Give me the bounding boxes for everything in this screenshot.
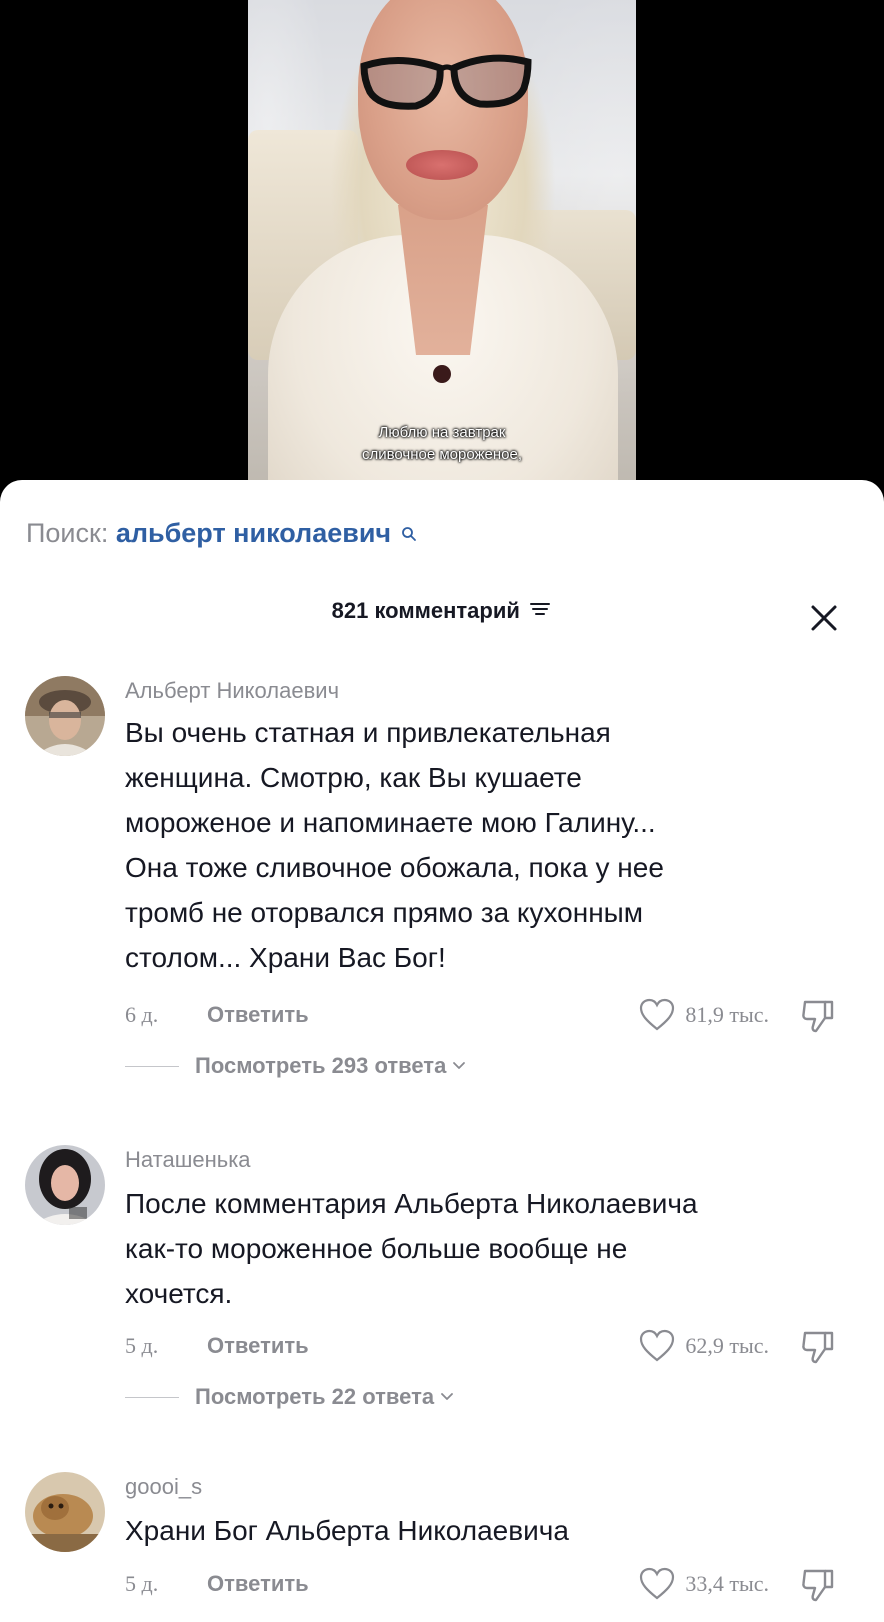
avatar[interactable] [25,676,105,756]
comment-username[interactable]: goooi_s [125,1474,202,1500]
replies-divider [125,1065,179,1067]
video-frame[interactable]: Люблю на завтрак сливочное мороженое, [248,0,636,500]
comment-text: Храни Бог Альберта Николаевича [125,1508,845,1553]
search-icon[interactable] [401,518,417,549]
video-person-pendant [433,365,451,383]
comments-count: 821 комментарий [331,598,520,623]
comment-age: 5 д. [125,1571,159,1596]
comment-username[interactable]: Наташенька [125,1147,251,1173]
avatar[interactable] [25,1145,105,1225]
avatar-image [25,1472,105,1552]
comment-username[interactable]: Альберт Николаевич [125,678,339,704]
dislike-button[interactable] [801,1567,835,1608]
heart-icon[interactable] [639,1567,675,1601]
comment-actions: 6 д. Ответить 81,9 тыс. [125,998,855,1033]
video-player[interactable]: Люблю на завтрак сливочное мороженое, [0,0,884,500]
video-caption-line-1: Люблю на завтрак [378,424,506,441]
comment-age: 6 д. [125,1002,159,1027]
view-replies-label[interactable]: Посмотреть 293 ответа [195,1053,446,1079]
comment-text-line: женщина. Смотрю, как Вы кушаете [125,762,582,793]
dislike-button[interactable] [801,1329,835,1370]
comment-text-line: хочется. [125,1278,233,1309]
avatar[interactable] [25,1472,105,1552]
chevron-down-icon[interactable] [440,1392,454,1402]
comment-text: Вы очень статная и привлекательная женщи… [125,710,845,980]
chevron-down-icon[interactable] [452,1061,466,1071]
comment-text-line: как-то мороженное больше вообще не [125,1233,628,1264]
comment-text-line: Храни Бог Альберта Николаевича [125,1515,569,1546]
view-replies-button[interactable]: Посмотреть 293 ответа [125,1051,466,1081]
reply-button[interactable]: Ответить [207,1002,309,1028]
like-count: 81,9 тыс. [685,1002,769,1027]
replies-divider [125,1396,179,1398]
comment-age: 5 д. [125,1333,159,1358]
comment-text-line: столом... Храни Вас Бог! [125,942,446,973]
comment-actions: 5 д. Ответить 33,4 тыс. [125,1567,855,1602]
search-suggestion[interactable]: Поиск: альберт николаевич [26,518,417,549]
close-button[interactable] [804,598,844,638]
like-count: 62,9 тыс. [685,1333,769,1358]
close-icon[interactable] [810,604,838,632]
video-person-glasses [360,54,532,110]
like-button[interactable]: 33,4 тыс. [639,1567,769,1601]
dislike-icon[interactable] [801,998,835,1034]
comment-text: После комментария Альберта Николаевича к… [125,1181,845,1316]
video-caption-line-2: сливочное мороженое, [361,446,523,463]
comment-text-line: После комментария Альберта Николаевича [125,1188,698,1219]
like-button[interactable]: 81,9 тыс. [639,998,769,1032]
comments-header: 821 комментарий [0,598,884,638]
heart-icon[interactable] [639,1329,675,1363]
like-count: 33,4 тыс. [685,1571,769,1596]
comment-text-line: тромб не оторвался прямо за кухонным [125,897,644,928]
comment-actions: 5 д. Ответить 62,9 тыс. [125,1329,855,1364]
filter-icon[interactable] [528,599,552,624]
comment-text-line: Вы очень статная и привлекательная [125,717,611,748]
dislike-icon[interactable] [801,1329,835,1365]
search-query-link[interactable]: альберт николаевич [116,518,391,548]
view-replies-button[interactable]: Посмотреть 22 ответа [125,1382,454,1412]
like-button[interactable]: 62,9 тыс. [639,1329,769,1363]
search-prefix: Поиск: [26,518,109,548]
dislike-icon[interactable] [801,1567,835,1603]
video-person-lips [406,150,478,180]
avatar-image [25,676,105,756]
view-replies-label[interactable]: Посмотреть 22 ответа [195,1384,434,1410]
reply-button[interactable]: Ответить [207,1571,309,1597]
dislike-button[interactable] [801,998,835,1039]
comment-text-line: Она тоже сливочное обожала, пока у нее [125,852,664,883]
comment-text-line: мороженое и напоминаете мою Галину... [125,807,656,838]
reply-button[interactable]: Ответить [207,1333,309,1359]
comments-sheet: Поиск: альберт николаевич 821 комментари… [0,480,884,1622]
avatar-image [25,1145,105,1225]
heart-icon[interactable] [639,998,675,1032]
